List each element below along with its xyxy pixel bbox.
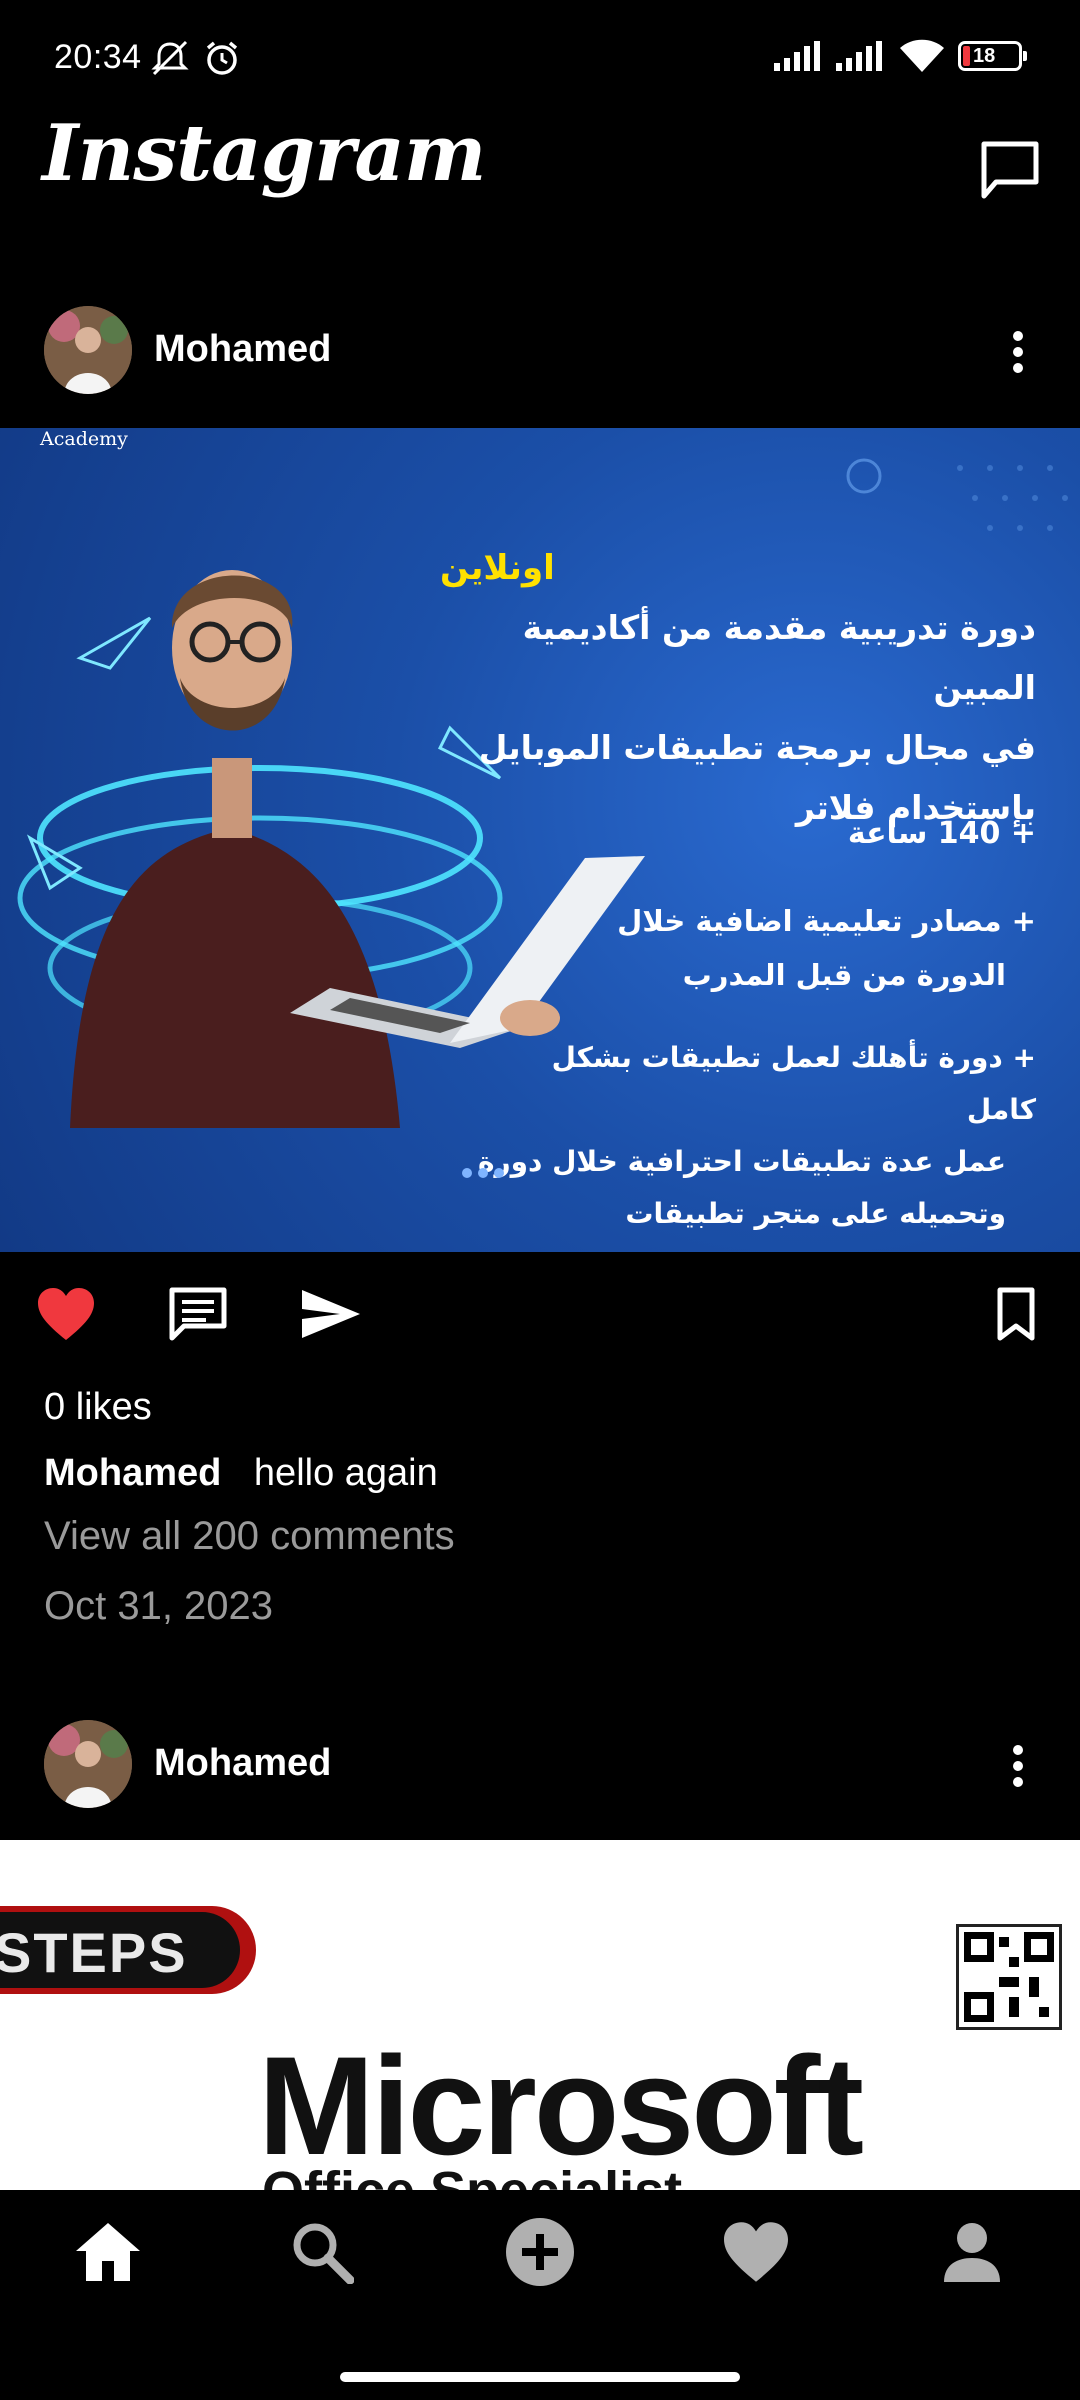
nav-add-post[interactable] <box>500 2212 580 2292</box>
view-comments-link[interactable]: View all 200 comments <box>44 1514 455 1559</box>
nav-home[interactable] <box>68 2212 148 2292</box>
signal-icon <box>836 41 882 71</box>
mute-icon <box>151 40 189 76</box>
caption-text: hello again <box>253 1452 438 1494</box>
more-options-button[interactable] <box>1010 1744 1026 1793</box>
image-pager-dots <box>462 1168 504 1178</box>
nav-search[interactable] <box>282 2212 362 2292</box>
signal-icon <box>774 41 820 71</box>
post-username[interactable]: Mohamed <box>154 1742 331 1785</box>
avatar[interactable] <box>44 306 132 394</box>
headline-line: في مجال برمجة تطبيقات الموبايل <box>478 728 1036 767</box>
add-icon <box>506 2218 574 2286</box>
heart-icon <box>724 2222 788 2282</box>
more-vertical-icon <box>1013 1745 1023 1787</box>
caption-username[interactable]: Mohamed <box>44 1452 221 1494</box>
post-date: Oct 31, 2023 <box>44 1584 274 1628</box>
headline: دورة تدريبية مقدمة من أكاديمية المبين في… <box>416 598 1036 838</box>
qr-code <box>956 1924 1062 2030</box>
instagram-logo: Instagram <box>42 108 486 199</box>
share-button[interactable] <box>300 1286 362 1347</box>
bullet-hours: + 140 ساعة <box>847 816 1036 851</box>
status-time: 20:34 <box>54 38 142 76</box>
bullet-course: + دورة تأهلك لعمل تطبيقات بشكل كامل عمل … <box>476 1032 1036 1240</box>
likes-count[interactable]: 0 likes <box>44 1386 152 1429</box>
comment-icon <box>169 1287 227 1341</box>
bullet-line: عمل عدة تطبيقات احترافية خلال دورة <box>477 1145 1006 1178</box>
heart-filled-icon <box>38 1288 94 1340</box>
profile-icon <box>944 2223 1000 2282</box>
post-image[interactable]: Academy اونلاين دورة تدريبية مقدمة من أك… <box>0 428 1080 1252</box>
home-indicator[interactable] <box>340 2372 740 2382</box>
post-username[interactable]: Mohamed <box>154 328 331 371</box>
bullet-line: وتحميله على متجر تطبيقات <box>625 1197 1006 1230</box>
comment-button[interactable] <box>168 1286 228 1349</box>
message-icon <box>981 141 1039 199</box>
more-options-button[interactable] <box>1010 330 1026 379</box>
nav-profile[interactable] <box>932 2212 1012 2292</box>
wifi-icon <box>900 39 944 72</box>
like-button[interactable] <box>36 1286 96 1347</box>
avatar[interactable] <box>44 1720 132 1808</box>
caption: Mohamed hello again <box>44 1452 438 1495</box>
corner-text: Academy <box>40 428 128 450</box>
bullet-resources: + مصادر تعليمية اضافية خلال الدورة من قب… <box>576 894 1036 1002</box>
steps-badge: STEPS <box>0 1921 188 1984</box>
alarm-icon <box>206 41 238 75</box>
microsoft-subtitle: Office Specialist <box>262 2161 683 2192</box>
microsoft-title: Microsoft <box>258 2027 864 2184</box>
bullet-line: الدورة من قبل المدرب <box>682 958 1006 992</box>
send-icon <box>302 1290 360 1338</box>
bullet-line: + دورة تأهلك لعمل تطبيقات بشكل كامل <box>551 1041 1036 1126</box>
post-image[interactable]: STEPS Microsoft Office Specialist <box>0 1840 1080 2192</box>
battery-level: 18 <box>973 45 996 67</box>
battery-icon: 18 <box>958 41 1027 71</box>
direct-message-button[interactable] <box>978 138 1042 202</box>
search-icon <box>293 2223 354 2284</box>
home-icon <box>76 2223 140 2281</box>
nav-activity[interactable] <box>716 2212 796 2292</box>
save-button[interactable] <box>996 1286 1036 1347</box>
bullet-line: + مصادر تعليمية اضافية خلال <box>617 904 1036 938</box>
headline-line: دورة تدريبية مقدمة من أكاديمية المبين <box>522 608 1036 707</box>
more-vertical-icon <box>1013 331 1023 373</box>
bookmark-icon <box>997 1287 1035 1341</box>
tag-online: اونلاين <box>440 548 555 588</box>
